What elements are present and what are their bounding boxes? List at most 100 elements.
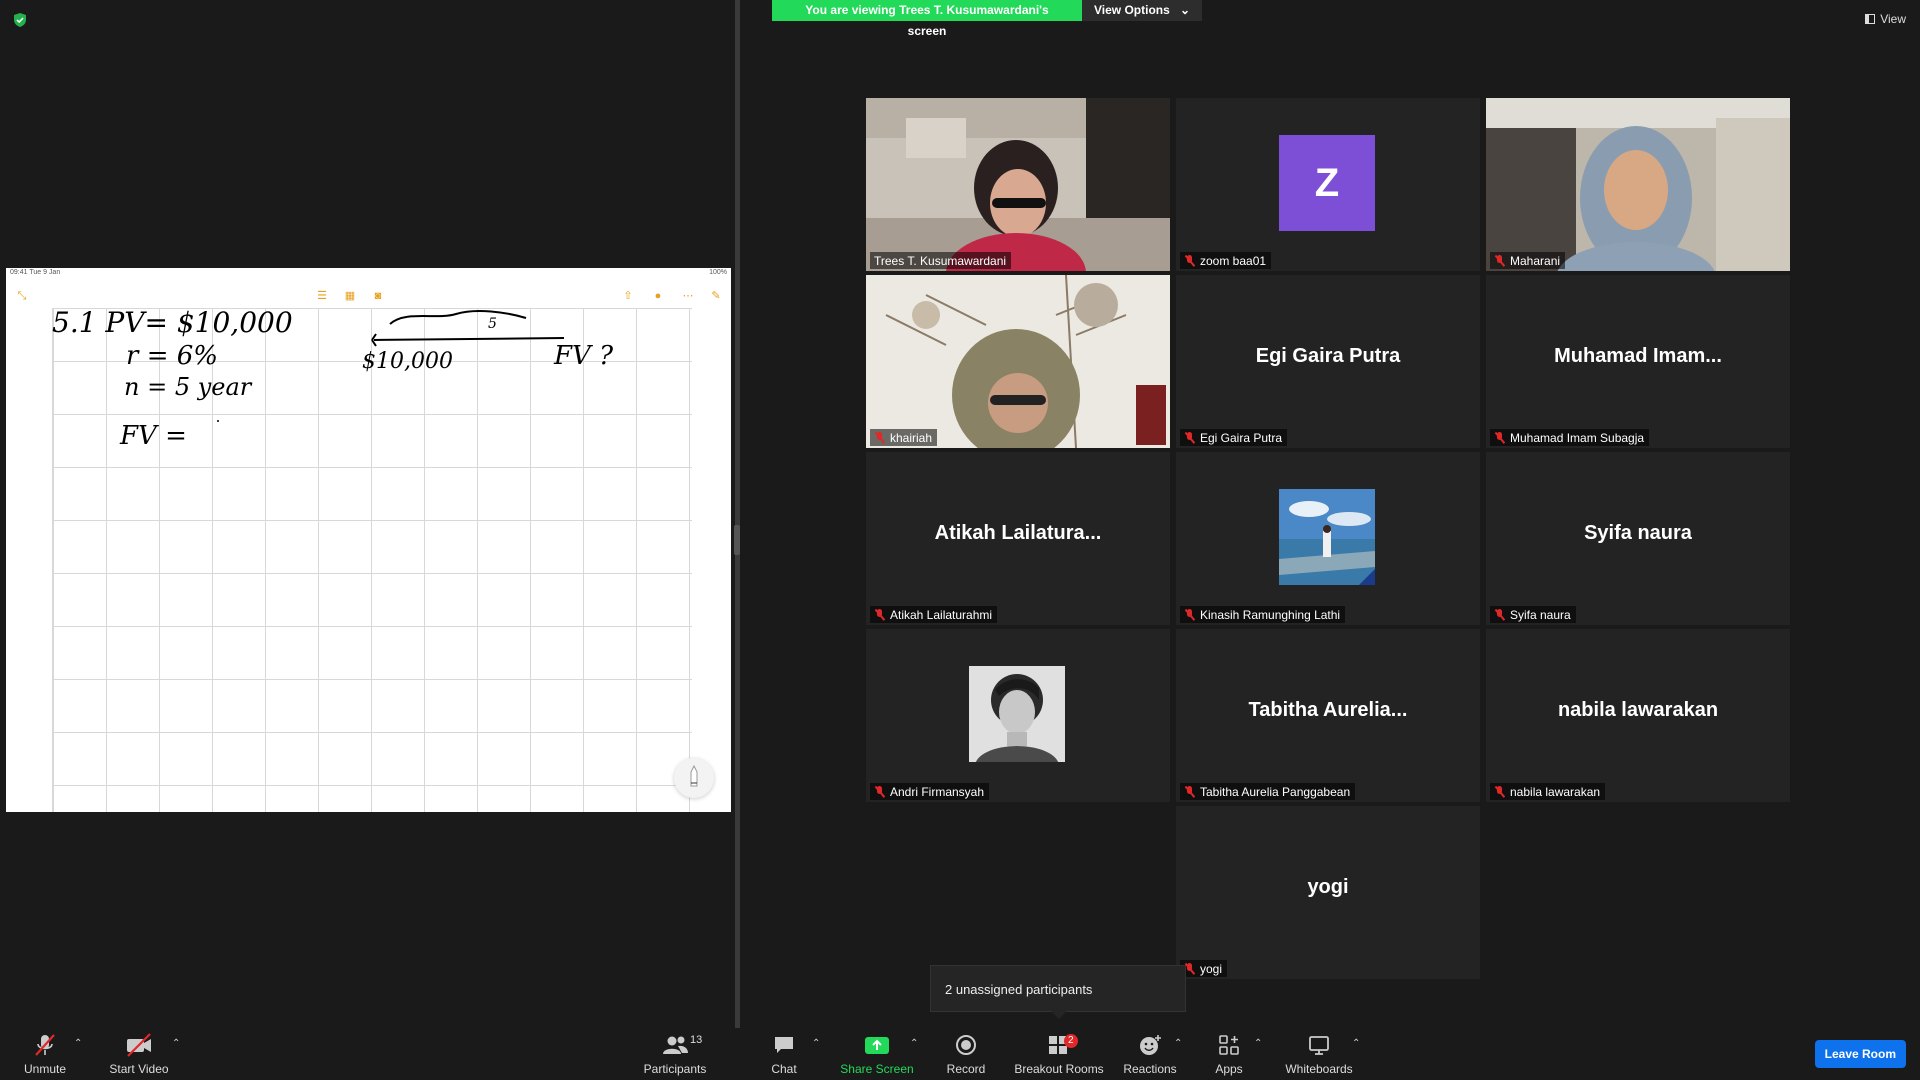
chat-options-chevron-icon[interactable]: ⌃ [812,1038,820,1049]
video-off-icon [127,1033,151,1057]
participant-tile[interactable]: Z zoom baa01 [1176,98,1480,271]
apps-options-chevron-icon[interactable]: ⌃ [1254,1038,1262,1049]
whiteboards-button[interactable]: Whiteboards [1284,1032,1354,1076]
participant-name: Muhamad Imam Subagja [1510,430,1645,445]
screen-share-banner: You are viewing Trees T. Kusumawardani's… [772,0,1202,38]
muted-mic-icon [1494,254,1505,267]
breakout-rooms-badge: 2 [1064,1034,1078,1048]
shared-ipad-screen[interactable]: 09:41 Tue 9 Jan 100% ⤡ ☰ ▦ ◙ ⇧ ● ⋯ ✎ 5.1… [6,268,731,812]
chat-button[interactable]: Chat [764,1032,804,1076]
participants-label: Participants [643,1062,707,1076]
meeting-toolbar: Unmute ⌃ Start Video ⌃ Participants 13 C… [0,1028,1920,1080]
unmute-button[interactable]: Unmute [18,1032,72,1076]
audio-options-chevron-icon[interactable]: ⌃ [74,1038,82,1049]
participant-name-label: Egi Gaira Putra [1180,429,1288,446]
leave-room-button[interactable]: Leave Room [1814,1040,1906,1068]
gallery-empty-cell [866,806,1170,979]
timeline-start: $10,000 [362,349,453,374]
participant-big-name: Atikah Lailatura... [934,522,1102,544]
breakout-rooms-button[interactable]: Breakout Rooms [1012,1032,1106,1076]
record-button[interactable]: Record [942,1032,990,1076]
participant-video [866,98,1170,271]
record-label: Record [946,1062,986,1076]
participant-tile[interactable]: Tabitha Aurelia... Tabitha Aurelia Pangg… [1176,629,1480,802]
participant-name: nabila lawarakan [1510,784,1601,799]
participant-tile[interactable]: Kinasih Ramunghing Lathi [1176,452,1480,625]
participant-tile[interactable]: Atikah Lailatura... Atikah Lailaturahmi [866,452,1170,625]
reactions-label: Reactions [1123,1062,1177,1076]
view-label: View [1880,12,1906,26]
view-button[interactable]: View [1865,12,1906,26]
muted-mic-icon [1494,608,1505,621]
participant-name-label: Kinasih Ramunghing Lathi [1180,606,1346,623]
pencil-button[interactable] [674,758,714,798]
whiteboards-options-chevron-icon[interactable]: ⌃ [1352,1038,1360,1049]
participant-tile[interactable]: Trees T. Kusumawardani [866,98,1170,271]
note-line-1: 5.1 PV= $10,000 [52,306,293,339]
participant-profile-photo [1279,489,1375,585]
view-options-button[interactable]: View Options ⌄ [1082,0,1202,21]
unassigned-participants-tooltip: 2 unassigned participants [930,965,1186,1019]
participants-icon [663,1036,688,1054]
muted-mic-icon [1184,785,1195,798]
participant-name-label: Maharani [1490,252,1566,269]
participant-tile[interactable]: khairiah [866,275,1170,448]
participant-avatar: Z [1279,135,1375,231]
participant-name-label: nabila lawarakan [1490,783,1606,800]
view-layout-icon [1865,14,1876,24]
note-line-3: n = 5 year [124,373,253,401]
whiteboards-label: Whiteboards [1285,1062,1353,1076]
split-divider[interactable] [735,0,740,1028]
participant-tile[interactable]: Muhamad Imam... Muhamad Imam Subagja [1486,275,1790,448]
apps-icon [1219,1035,1239,1055]
participant-tile[interactable]: Egi Gaira Putra Egi Gaira Putra [1176,275,1480,448]
participant-profile-photo [969,666,1065,762]
participants-count: 13 [690,1034,703,1046]
participant-tile[interactable]: Andri Firmansyah [866,629,1170,802]
reactions-button[interactable]: Reactions [1122,1032,1178,1076]
participant-name-label: Muhamad Imam Subagja [1490,429,1650,446]
participant-big-name: Syifa naura [1584,522,1692,544]
participant-tile[interactable]: nabila lawarakan nabila lawarakan [1486,629,1790,802]
participant-big-name: Muhamad Imam... [1554,345,1722,367]
participant-name: zoom baa01 [1200,253,1267,268]
participant-name-label: yogi [1180,960,1228,977]
zoom-meeting-window: 09:41 Tue 9 Jan 100% ⤡ ☰ ▦ ◙ ⇧ ● ⋯ ✎ 5.1… [0,0,1920,1080]
whiteboard-icon [1309,1036,1329,1055]
participant-big-name: Egi Gaira Putra [1255,345,1401,367]
participant-name-label: Andri Firmansyah [870,783,990,800]
participant-tile[interactable]: Maharani [1486,98,1790,271]
participant-name: Tabitha Aurelia Panggabean [1200,784,1351,799]
timeline-end: FV ? [553,341,614,371]
share-screen-icon [865,1037,889,1054]
reactions-options-chevron-icon[interactable]: ⌃ [1174,1038,1182,1049]
participant-name-label: Syifa naura [1490,606,1576,623]
share-options-chevron-icon[interactable]: ⌃ [910,1038,918,1049]
participant-video [1486,98,1790,271]
apps-button[interactable]: Apps [1212,1032,1246,1076]
participant-name: Atikah Lailaturahmi [890,607,993,622]
participant-tile[interactable]: Syifa naura Syifa naura [1486,452,1790,625]
participant-big-name: Tabitha Aurelia... [1248,699,1408,721]
muted-microphone-icon [35,1034,55,1056]
shield-icon[interactable] [12,12,28,28]
view-options-label: View Options [1094,3,1170,17]
start-video-button[interactable]: Start Video [104,1032,174,1076]
share-screen-label: Share Screen [840,1062,914,1076]
video-options-chevron-icon[interactable]: ⌃ [172,1038,180,1049]
share-screen-button[interactable]: Share Screen [840,1032,914,1076]
muted-mic-icon [1184,431,1195,444]
participant-name: Syifa naura [1510,607,1571,622]
shared-screen-area: 09:41 Tue 9 Jan 100% ⤡ ☰ ▦ ◙ ⇧ ● ⋯ ✎ 5.1… [0,0,735,1028]
chat-icon [775,1037,793,1053]
participant-video [866,275,1170,448]
participant-name: khairiah [890,430,933,445]
participant-name-label: khairiah [870,429,938,446]
participant-name-label: Trees T. Kusumawardani [870,252,1012,269]
participant-big-name: yogi [1307,876,1349,898]
participant-gallery: Trees T. Kusumawardani Z zoom baa01 Maha… [866,98,1790,979]
muted-mic-icon [1494,785,1505,798]
breakout-rooms-label: Breakout Rooms [1014,1062,1104,1076]
participant-tile[interactable]: yogi yogi [1176,806,1480,979]
split-divider-handle[interactable] [734,525,740,555]
